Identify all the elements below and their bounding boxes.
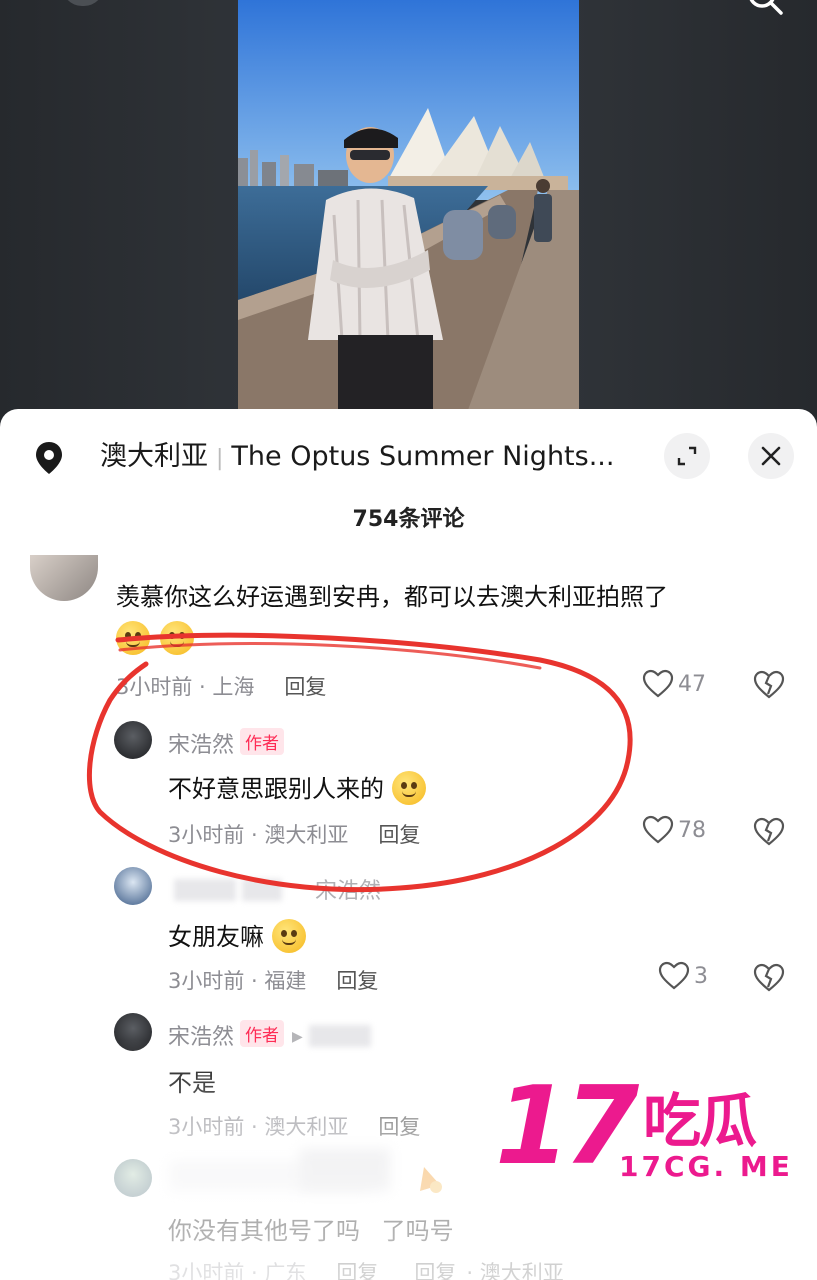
comment-text: 羡慕你这么好运遇到安冉，都可以去澳大利亚拍照了 [116, 583, 668, 611]
comment-time-location: 3小时前 · 澳大利亚 [168, 823, 349, 847]
watermark-number: 17 [495, 1064, 639, 1189]
comment-meta: 3小时前 · 澳大利亚 回复 [168, 819, 420, 849]
avatar[interactable] [114, 1013, 152, 1051]
commenter-name: 宋浩然 [168, 873, 381, 905]
creator-avatar[interactable] [62, 0, 104, 6]
comment-text: 女朋友嘛 [168, 917, 306, 953]
commenter-name: 宋浩然 作者 [168, 727, 285, 759]
close-icon [761, 446, 781, 466]
avatar[interactable] [114, 721, 152, 759]
avatar[interactable] [30, 555, 98, 601]
reply-target-name[interactable]: 宋浩然 [315, 879, 381, 904]
watermark-text: 吃瓜 [643, 1087, 757, 1155]
comment-text: 你没有其他号了吗 了吗号 [168, 1211, 454, 1246]
blurred-username [174, 879, 236, 901]
like-count: 3 [694, 963, 708, 989]
comment-time-location: 3小时前 · 福建 [168, 969, 307, 993]
username[interactable]: 宋浩然 [168, 1025, 234, 1050]
video-frame-image [238, 0, 579, 410]
search-icon[interactable] [744, 0, 784, 16]
avatar[interactable] [114, 1159, 152, 1197]
comment-body: 女朋友嘛 [168, 923, 264, 951]
dislike-icon[interactable] [753, 670, 785, 700]
reply-button-2[interactable]: 回复 [414, 1261, 456, 1280]
smile-emoji-icon [391, 771, 426, 805]
location-link[interactable]: 澳大利亚 | The Optus Summer Nights... [100, 439, 625, 475]
commenter-name: 宋浩然 作者 ▶ [168, 1019, 371, 1051]
author-badge: 作者 [240, 728, 285, 755]
comment-text: 不是 [168, 1069, 216, 1097]
like-count: 47 [678, 671, 706, 697]
reply-button[interactable]: 回复 [336, 1261, 378, 1280]
blurred-content [300, 1149, 390, 1191]
watermark-url: 17CG. ME [619, 1150, 793, 1183]
like-button[interactable]: 3 [658, 961, 708, 991]
cry-emoji-icon [116, 621, 150, 655]
comment-body: 你没有其他号了吗 [168, 1217, 360, 1245]
comment-meta: 3小时前 · 福建 回复 [168, 965, 378, 995]
dislike-icon[interactable] [753, 963, 785, 993]
reply-button[interactable]: 回复 [378, 1115, 420, 1139]
cry-emoji-icon [160, 621, 194, 655]
location-name: 澳大利亚 [100, 441, 208, 472]
watermark-logo: 17 吃瓜 17CG. ME [495, 1064, 800, 1190]
username[interactable]: 宋浩然 [168, 733, 234, 758]
reply-button[interactable]: 回复 [336, 969, 378, 993]
heart-icon [642, 669, 674, 698]
like-button[interactable]: 47 [642, 669, 706, 699]
location-pin-icon [36, 442, 62, 474]
bell-emoji-icon [420, 1167, 442, 1193]
comment-location-extra: · 澳大利亚 [466, 1261, 564, 1280]
like-button[interactable]: 78 [642, 815, 706, 845]
comment-count: 754条评论 [352, 507, 465, 532]
blurred-username [308, 1025, 371, 1047]
reply-button[interactable]: 回复 [284, 675, 326, 699]
expand-icon [677, 446, 697, 466]
close-button[interactable] [748, 433, 794, 479]
avatar[interactable] [114, 867, 152, 905]
blurred-username [242, 879, 282, 901]
comment-body: 不好意思跟别人来的 [168, 775, 384, 803]
heart-icon [658, 961, 690, 990]
comment-text: 不好意思跟别人来的 [168, 769, 426, 805]
comment-body-extra: 了吗号 [381, 1217, 454, 1245]
comment-time-location: 3小时前 · 澳大利亚 [168, 1115, 349, 1139]
comment-time-location: 3小时前 · 广东 [168, 1261, 307, 1280]
separator: | [216, 446, 224, 471]
comments-header: 澳大利亚 | The Optus Summer Nights... [0, 431, 817, 481]
reply-arrow-icon: ▶ [292, 1029, 303, 1045]
comment-meta: 3小时前 · 上海 回复 [116, 671, 326, 701]
comment-meta: 3小时前 · 澳大利亚 回复 [168, 1111, 420, 1141]
comment-meta: 3小时前 · 广东 回复 回复 · 澳大利亚 [168, 1257, 564, 1280]
dislike-icon[interactable] [753, 817, 785, 847]
video-player[interactable] [0, 0, 817, 420]
author-badge: 作者 [240, 1020, 285, 1047]
location-detail: The Optus Summer Nights... [231, 441, 615, 472]
expand-button[interactable] [664, 433, 710, 479]
heart-icon [642, 815, 674, 844]
reply-button[interactable]: 回复 [378, 823, 420, 847]
wink-emoji-icon [271, 919, 306, 953]
comment-time-location: 3小时前 · 上海 [116, 675, 255, 699]
like-count: 78 [678, 817, 706, 843]
